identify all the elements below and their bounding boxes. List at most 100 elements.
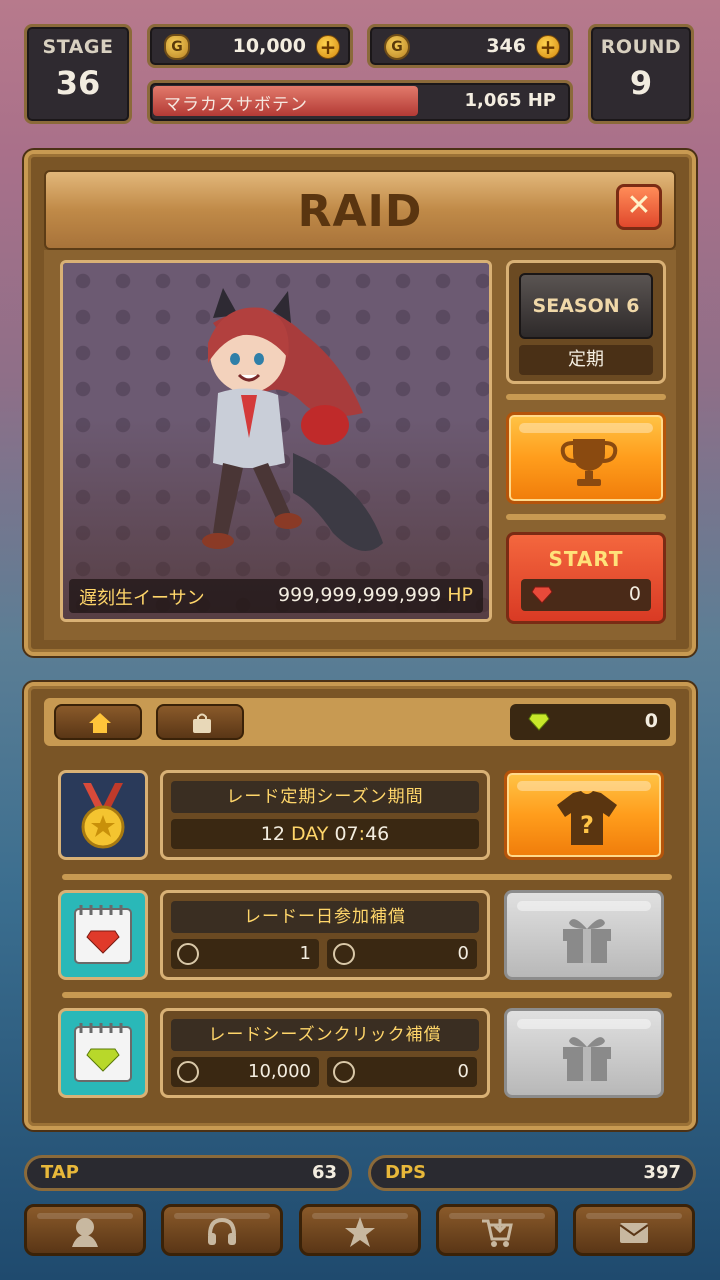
tap-label: TAP bbox=[41, 1162, 80, 1183]
enemy-name: マラカスサボテン bbox=[164, 95, 308, 115]
season-box: SEASON 6 定期 bbox=[506, 260, 666, 384]
green-gem-icon bbox=[528, 713, 550, 731]
target-icon bbox=[177, 943, 199, 965]
ranking-button[interactable] bbox=[506, 412, 666, 504]
button-shine bbox=[517, 1019, 651, 1029]
gem-value: 346 bbox=[486, 35, 526, 57]
raid-gem-count: 0 bbox=[510, 704, 670, 740]
season-click-play-value: 0 bbox=[457, 1061, 469, 1082]
round-number: 9 bbox=[629, 64, 653, 102]
boss-portrait[interactable]: 遅刻生イーサン 999,999,999,999 HP bbox=[60, 260, 492, 622]
star-icon bbox=[345, 1217, 375, 1247]
boss-name: 遅刻生イーサン bbox=[79, 588, 205, 609]
countdown-minutes: 46 bbox=[365, 823, 390, 845]
raid-body: 遅刻生イーサン 999,999,999,999 HP SEASON 6 定期 S… bbox=[44, 250, 676, 640]
boss-character-image bbox=[202, 288, 383, 551]
season-click-target-field: 10,000 bbox=[171, 1057, 319, 1087]
daily-reward-calendar-icon bbox=[58, 890, 148, 980]
hero-icon bbox=[72, 1218, 98, 1247]
season-type: 定期 bbox=[519, 345, 653, 375]
round-indicator: ROUND 9 bbox=[588, 24, 694, 124]
medal-graphic bbox=[81, 783, 125, 849]
calendar-green-gem-graphic bbox=[74, 1023, 132, 1082]
daily-gift-button[interactable] bbox=[504, 890, 664, 980]
start-raid-button[interactable]: START 0 bbox=[506, 532, 666, 624]
dps-value: 397 bbox=[643, 1162, 681, 1183]
gift-icon bbox=[563, 919, 611, 963]
button-shine bbox=[517, 901, 651, 911]
row-divider-1 bbox=[62, 874, 672, 880]
daily-participation-box: レードー日参加補償 1 0 bbox=[160, 890, 490, 980]
season-click-gift-button[interactable] bbox=[504, 1008, 664, 1098]
season-click-calendar-icon bbox=[58, 1008, 148, 1098]
medal-icon bbox=[58, 770, 148, 860]
start-cost: 0 bbox=[521, 579, 651, 611]
season-countdown: 12 DAY 07:46 bbox=[171, 819, 479, 849]
tap-value: 63 bbox=[311, 1162, 337, 1183]
dps-stat: DPS 397 bbox=[368, 1155, 696, 1191]
side-divider-2 bbox=[506, 514, 666, 520]
stage-indicator: STAGE 36 bbox=[24, 24, 132, 124]
mystery-shirt-icon: ? bbox=[557, 791, 617, 845]
play-icon bbox=[333, 1061, 355, 1083]
button-shine bbox=[519, 423, 653, 433]
gold-value: 10,000 bbox=[232, 35, 306, 57]
reward-tab-row: 0 bbox=[44, 698, 676, 746]
raid-title-bar: RAID ✕ bbox=[44, 170, 676, 250]
raid-panel: RAID ✕ 遅刻生イーサン 999,999,999,999 HP SEASON… bbox=[24, 150, 696, 656]
nav-mail-button[interactable] bbox=[573, 1204, 695, 1256]
raid-title: RAID bbox=[297, 186, 423, 237]
play-icon bbox=[333, 943, 355, 965]
add-gold-button[interactable]: + bbox=[316, 35, 340, 59]
dps-label: DPS bbox=[385, 1162, 427, 1183]
round-label: ROUND bbox=[600, 36, 682, 58]
enemy-hp-value: 1,065 HP bbox=[464, 90, 556, 111]
boss-hp-unit: HP bbox=[447, 584, 473, 606]
svg-text:?: ? bbox=[580, 811, 594, 839]
stage-label: STAGE bbox=[42, 36, 114, 58]
countdown-hours: 07 bbox=[334, 823, 359, 845]
tab-shop[interactable] bbox=[156, 704, 244, 740]
season-click-title: レードシーズンクリック補償 bbox=[171, 1019, 479, 1051]
red-gem-icon bbox=[531, 586, 553, 604]
daily-play-value: 0 bbox=[457, 943, 469, 964]
boss-info-bar: 遅刻生イーサン 999,999,999,999 HP bbox=[69, 579, 483, 613]
gold-bag-icon: G bbox=[164, 34, 190, 60]
start-cost-value: 0 bbox=[628, 583, 641, 605]
season-period-box: レード定期シーズン期間 12 DAY 07:46 bbox=[160, 770, 490, 860]
nav-cart-button[interactable] bbox=[436, 1204, 558, 1256]
shopping-bag-icon bbox=[193, 713, 211, 733]
daily-target-value: 1 bbox=[299, 943, 311, 964]
season-click-box: レードシーズンクリック補償 10,000 0 bbox=[160, 1008, 490, 1098]
nav-star-button[interactable] bbox=[299, 1204, 421, 1256]
start-label: START bbox=[548, 547, 624, 571]
season-click-target-value: 10,000 bbox=[248, 1061, 311, 1082]
season-period-title: レード定期シーズン期間 bbox=[171, 781, 479, 813]
target-icon bbox=[177, 1061, 199, 1083]
close-button[interactable]: ✕ bbox=[616, 184, 662, 230]
mystery-costume-button[interactable]: ? bbox=[504, 770, 664, 860]
countdown-days: 12 bbox=[260, 823, 285, 845]
headphones-icon bbox=[208, 1217, 236, 1245]
daily-target-field: 1 bbox=[171, 939, 319, 969]
nav-hero-button[interactable] bbox=[24, 1204, 146, 1256]
daily-play-field: 0 bbox=[327, 939, 477, 969]
enemy-hp-bar: マラカスサボテン 1,065 HP bbox=[147, 80, 573, 124]
stage-number: 36 bbox=[55, 64, 101, 102]
countdown-day-label: DAY bbox=[290, 823, 329, 845]
reward-panel: 0 レード定期シーズン期間 12 DAY 07:46 ? レードー日参加補償 1… bbox=[24, 682, 696, 1130]
boss-hp-value: 999,999,999,999 bbox=[278, 584, 442, 606]
cart-icon bbox=[482, 1219, 513, 1247]
row-divider-2 bbox=[62, 992, 672, 998]
season-label: SEASON 6 bbox=[519, 273, 653, 339]
nav-headphones-button[interactable] bbox=[161, 1204, 283, 1256]
raid-gem-value: 0 bbox=[644, 710, 658, 732]
tab-home[interactable] bbox=[54, 704, 142, 740]
boss-hp: 999,999,999,999 HP bbox=[278, 584, 473, 606]
trophy-icon bbox=[560, 439, 618, 486]
gold-counter: G 10,000 + bbox=[147, 24, 353, 68]
gem-coin-icon: G bbox=[384, 34, 410, 60]
mail-icon bbox=[619, 1223, 649, 1243]
add-gem-button[interactable]: + bbox=[536, 35, 560, 59]
side-divider-1 bbox=[506, 394, 666, 400]
